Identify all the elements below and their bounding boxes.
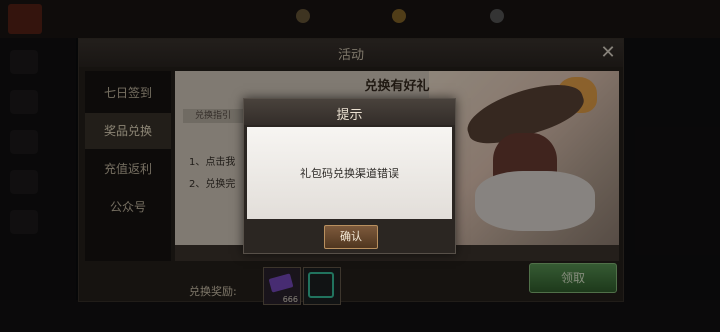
tip-dialog: 提示 礼包码兑换渠道错误 确认 bbox=[243, 98, 456, 254]
dialog-message: 礼包码兑换渠道错误 bbox=[300, 167, 399, 180]
dialog-body: 礼包码兑换渠道错误 bbox=[247, 127, 452, 219]
dialog-title: 提示 bbox=[336, 108, 363, 123]
dialog-header: 提示 bbox=[244, 99, 455, 125]
confirm-button[interactable]: 确认 bbox=[324, 225, 378, 249]
